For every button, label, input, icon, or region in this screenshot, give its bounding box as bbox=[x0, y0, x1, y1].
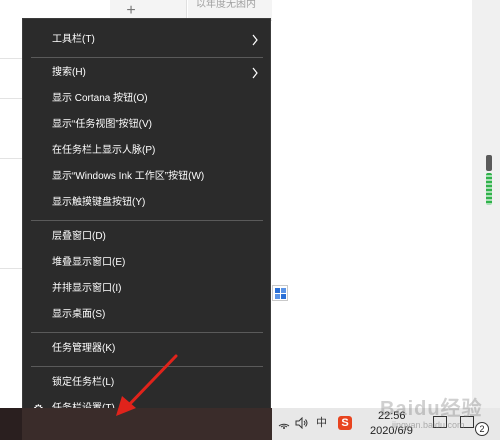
background-divider bbox=[0, 98, 22, 99]
menu-item-search[interactable]: 搜索(H) bbox=[23, 60, 270, 86]
menu-item-stack-windows[interactable]: 堆叠显示窗口(E) bbox=[23, 250, 270, 276]
tile-square bbox=[275, 288, 280, 293]
background-divider bbox=[0, 58, 22, 59]
background-left-panel bbox=[0, 0, 22, 408]
tile-square bbox=[275, 294, 280, 299]
menu-separator bbox=[31, 57, 263, 58]
menu-item-show-windows-ink[interactable]: 显示“Windows Ink 工作区”按钮(W) bbox=[23, 164, 270, 190]
background-divider bbox=[0, 268, 22, 269]
menu-item-label: 工具栏(T) bbox=[52, 34, 95, 45]
baidu-watermark-url: jingyan.baidu.com bbox=[392, 420, 465, 430]
sogou-ime-icon[interactable]: S bbox=[338, 416, 352, 430]
tile-square bbox=[281, 294, 286, 299]
menu-separator bbox=[31, 220, 263, 221]
menu-item-label: 显示桌面(S) bbox=[52, 309, 106, 320]
page-scrollbar[interactable] bbox=[486, 155, 493, 210]
menu-item-label: 层叠窗口(D) bbox=[52, 231, 106, 242]
scrollbar-thumb[interactable] bbox=[486, 155, 492, 171]
background-divider bbox=[0, 158, 22, 159]
menu-item-label: 堆叠显示窗口(E) bbox=[52, 257, 126, 268]
menu-item-show-cortana[interactable]: 显示 Cortana 按钮(O) bbox=[23, 86, 270, 112]
background-page-area bbox=[272, 0, 472, 408]
menu-item-label: 显示 Cortana 按钮(O) bbox=[52, 93, 148, 104]
menu-item-toolbars[interactable]: 工具栏(T) bbox=[23, 27, 270, 53]
ime-indicator[interactable]: 中 bbox=[316, 417, 327, 429]
menu-item-lock-taskbar[interactable]: 锁定任务栏(L) bbox=[23, 370, 270, 396]
baidu-watermark: Baidu经验 bbox=[380, 398, 483, 420]
menu-item-label: 显示触摸键盘按钮(Y) bbox=[52, 197, 146, 208]
menu-item-label: 任务管理器(K) bbox=[52, 343, 116, 354]
taskbar-context-menu: 工具栏(T) 搜索(H) 显示 Cortana 按钮(O) 显示“任务视图”按钮… bbox=[22, 18, 271, 428]
tile-grid-icon[interactable] bbox=[272, 285, 288, 301]
network-icon[interactable] bbox=[278, 417, 290, 429]
menu-item-show-task-view[interactable]: 显示“任务视图”按钮(V) bbox=[23, 112, 270, 138]
menu-item-label: 在任务栏上显示人脉(P) bbox=[52, 145, 156, 156]
menu-item-task-manager[interactable]: 任务管理器(K) bbox=[23, 336, 270, 362]
chevron-right-icon bbox=[252, 34, 258, 46]
notification-count-badge: 2 bbox=[475, 422, 489, 436]
menu-item-label: 并排显示窗口(I) bbox=[52, 283, 122, 294]
menu-separator bbox=[31, 366, 263, 367]
menu-item-side-by-side-windows[interactable]: 并排显示窗口(I) bbox=[23, 276, 270, 302]
chevron-right-icon bbox=[252, 67, 258, 79]
menu-item-cascade-windows[interactable]: 层叠窗口(D) bbox=[23, 224, 270, 250]
taskbar-start-area[interactable] bbox=[0, 408, 22, 440]
scrollbar-indicator bbox=[486, 173, 492, 205]
menu-item-label: 显示“Windows Ink 工作区”按钮(W) bbox=[52, 171, 205, 182]
menu-separator bbox=[31, 332, 263, 333]
menu-item-show-desktop[interactable]: 显示桌面(S) bbox=[23, 302, 270, 328]
add-icon[interactable]: + bbox=[124, 3, 138, 19]
menu-item-show-touch-keyboard[interactable]: 显示触摸键盘按钮(Y) bbox=[23, 190, 270, 216]
tile-square bbox=[281, 288, 286, 293]
taskbar-app-area[interactable] bbox=[22, 408, 272, 440]
menu-item-label: 搜索(H) bbox=[52, 67, 86, 78]
menu-item-label: 显示“任务视图”按钮(V) bbox=[52, 119, 152, 130]
background-top-text: 以年度无困内 bbox=[196, 0, 256, 10]
menu-item-show-people[interactable]: 在任务栏上显示人脉(P) bbox=[23, 138, 270, 164]
menu-item-label: 锁定任务栏(L) bbox=[52, 377, 115, 388]
volume-icon[interactable] bbox=[295, 417, 309, 429]
